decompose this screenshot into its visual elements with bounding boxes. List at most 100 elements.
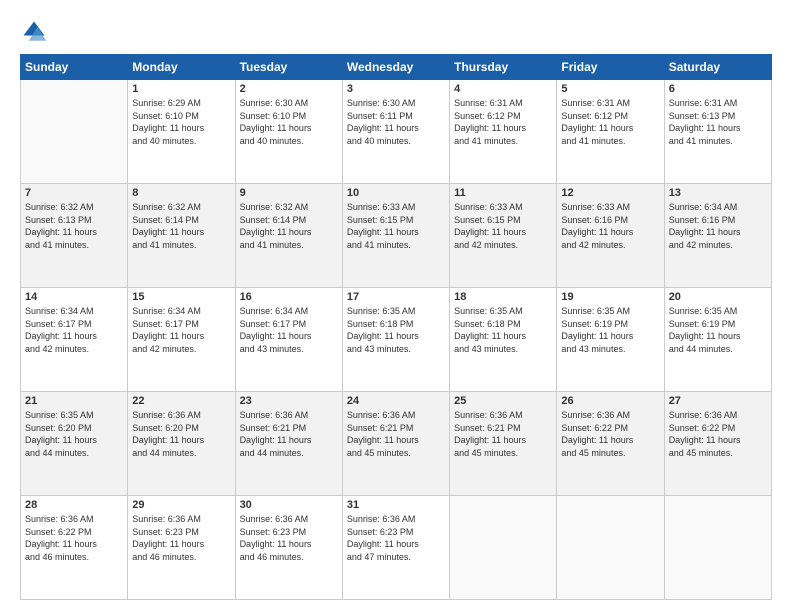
day-number: 21 (25, 395, 123, 407)
day-info: Sunrise: 6:32 AMSunset: 6:13 PMDaylight:… (25, 201, 123, 251)
weekday-header: Saturday (664, 55, 771, 80)
day-number: 15 (132, 291, 230, 303)
weekday-header: Thursday (450, 55, 557, 80)
calendar-cell: 14 Sunrise: 6:34 AMSunset: 6:17 PMDayligh… (21, 288, 128, 392)
day-info: Sunrise: 6:31 AMSunset: 6:12 PMDaylight:… (561, 97, 659, 147)
day-info: Sunrise: 6:34 AMSunset: 6:17 PMDaylight:… (25, 305, 123, 355)
day-info: Sunrise: 6:34 AMSunset: 6:16 PMDaylight:… (669, 201, 767, 251)
calendar-cell: 6 Sunrise: 6:31 AMSunset: 6:13 PMDaylight… (664, 80, 771, 184)
day-number: 2 (240, 83, 338, 95)
day-number: 27 (669, 395, 767, 407)
day-number: 25 (454, 395, 552, 407)
day-info: Sunrise: 6:35 AMSunset: 6:18 PMDaylight:… (454, 305, 552, 355)
day-info: Sunrise: 6:36 AMSunset: 6:22 PMDaylight:… (669, 409, 767, 459)
day-info: Sunrise: 6:35 AMSunset: 6:19 PMDaylight:… (669, 305, 767, 355)
day-info: Sunrise: 6:33 AMSunset: 6:16 PMDaylight:… (561, 201, 659, 251)
calendar-cell: 1 Sunrise: 6:29 AMSunset: 6:10 PMDaylight… (128, 80, 235, 184)
calendar-week-row: 7 Sunrise: 6:32 AMSunset: 6:13 PMDaylight… (21, 184, 772, 288)
calendar-cell (21, 80, 128, 184)
day-number: 5 (561, 83, 659, 95)
day-number: 8 (132, 187, 230, 199)
calendar-cell: 2Sunrise: 6:30 AMSunset: 6:10 PMDaylight… (235, 80, 342, 184)
day-info: Sunrise: 6:32 AMSunset: 6:14 PMDaylight:… (240, 201, 338, 251)
calendar-cell: 5 Sunrise: 6:31 AMSunset: 6:12 PMDaylight… (557, 80, 664, 184)
day-info: Sunrise: 6:36 AMSunset: 6:22 PMDaylight:… (561, 409, 659, 459)
calendar-week-row: 21 Sunrise: 6:35 AMSunset: 6:20 PMDayligh… (21, 392, 772, 496)
calendar-cell: 4 Sunrise: 6:31 AMSunset: 6:12 PMDaylight… (450, 80, 557, 184)
day-info: Sunrise: 6:31 AMSunset: 6:13 PMDaylight:… (669, 97, 767, 147)
weekday-header-row: SundayMondayTuesdayWednesdayThursdayFrid… (21, 55, 772, 80)
day-info: Sunrise: 6:29 AMSunset: 6:10 PMDaylight:… (132, 97, 230, 147)
calendar-cell (664, 496, 771, 600)
day-number: 3 (347, 83, 445, 95)
day-info: Sunrise: 6:36 AMSunset: 6:22 PMDaylight:… (25, 513, 123, 563)
calendar-week-row: 28 Sunrise: 6:36 AMSunset: 6:22 PMDayligh… (21, 496, 772, 600)
day-number: 18 (454, 291, 552, 303)
calendar-cell: 12 Sunrise: 6:33 AMSunset: 6:16 PMDayligh… (557, 184, 664, 288)
day-number: 9 (240, 187, 338, 199)
day-number: 29 (132, 499, 230, 511)
day-number: 20 (669, 291, 767, 303)
day-number: 17 (347, 291, 445, 303)
day-number: 1 (132, 83, 230, 95)
day-info: Sunrise: 6:36 AMSunset: 6:20 PMDaylight:… (132, 409, 230, 459)
calendar-cell: 23 Sunrise: 6:36 AMSunset: 6:21 PMDayligh… (235, 392, 342, 496)
day-info: Sunrise: 6:34 AMSunset: 6:17 PMDaylight:… (132, 305, 230, 355)
calendar-cell: 10 Sunrise: 6:33 AMSunset: 6:15 PMDayligh… (342, 184, 449, 288)
day-number: 7 (25, 187, 123, 199)
weekday-header: Tuesday (235, 55, 342, 80)
day-info: Sunrise: 6:35 AMSunset: 6:20 PMDaylight:… (25, 409, 123, 459)
day-number: 24 (347, 395, 445, 407)
calendar-week-row: 14 Sunrise: 6:34 AMSunset: 6:17 PMDayligh… (21, 288, 772, 392)
day-number: 26 (561, 395, 659, 407)
day-number: 10 (347, 187, 445, 199)
calendar-cell: 31 Sunrise: 6:36 AMSunset: 6:23 PMDayligh… (342, 496, 449, 600)
calendar-cell (557, 496, 664, 600)
calendar-cell: 20 Sunrise: 6:35 AMSunset: 6:19 PMDayligh… (664, 288, 771, 392)
calendar-cell: 9 Sunrise: 6:32 AMSunset: 6:14 PMDaylight… (235, 184, 342, 288)
day-info: Sunrise: 6:32 AMSunset: 6:14 PMDaylight:… (132, 201, 230, 251)
calendar-cell: 13 Sunrise: 6:34 AMSunset: 6:16 PMDayligh… (664, 184, 771, 288)
calendar-cell: 7 Sunrise: 6:32 AMSunset: 6:13 PMDaylight… (21, 184, 128, 288)
calendar-cell: 26 Sunrise: 6:36 AMSunset: 6:22 PMDayligh… (557, 392, 664, 496)
calendar-cell: 15 Sunrise: 6:34 AMSunset: 6:17 PMDayligh… (128, 288, 235, 392)
day-info: Sunrise: 6:36 AMSunset: 6:23 PMDaylight:… (347, 513, 445, 563)
calendar-cell: 24Sunrise: 6:36 AMSunset: 6:21 PMDayligh… (342, 392, 449, 496)
day-info: Sunrise: 6:34 AMSunset: 6:17 PMDaylight:… (240, 305, 338, 355)
calendar-cell: 11 Sunrise: 6:33 AMSunset: 6:15 PMDayligh… (450, 184, 557, 288)
calendar-cell: 3Sunrise: 6:30 AMSunset: 6:11 PMDaylight… (342, 80, 449, 184)
day-info: Sunrise: 6:36 AMSunset: 6:21 PMDaylight:… (240, 409, 338, 459)
day-info: Sunrise: 6:36 AMSunset: 6:21 PMDaylight:… (454, 409, 552, 459)
day-number: 11 (454, 187, 552, 199)
calendar-table: SundayMondayTuesdayWednesdayThursdayFrid… (20, 54, 772, 600)
logo (20, 18, 50, 46)
day-info: Sunrise: 6:33 AMSunset: 6:15 PMDaylight:… (347, 201, 445, 251)
weekday-header: Monday (128, 55, 235, 80)
weekday-header: Wednesday (342, 55, 449, 80)
day-info: Sunrise: 6:31 AMSunset: 6:12 PMDaylight:… (454, 97, 552, 147)
calendar-cell: 27 Sunrise: 6:36 AMSunset: 6:22 PMDayligh… (664, 392, 771, 496)
day-number: 12 (561, 187, 659, 199)
calendar-cell: 21 Sunrise: 6:35 AMSunset: 6:20 PMDayligh… (21, 392, 128, 496)
day-number: 30 (240, 499, 338, 511)
calendar-cell: 17Sunrise: 6:35 AMSunset: 6:18 PMDayligh… (342, 288, 449, 392)
day-number: 13 (669, 187, 767, 199)
day-number: 19 (561, 291, 659, 303)
page: SundayMondayTuesdayWednesdayThursdayFrid… (0, 0, 792, 612)
weekday-header: Friday (557, 55, 664, 80)
day-number: 23 (240, 395, 338, 407)
calendar-cell: 8 Sunrise: 6:32 AMSunset: 6:14 PMDaylight… (128, 184, 235, 288)
day-number: 14 (25, 291, 123, 303)
calendar-cell: 30Sunrise: 6:36 AMSunset: 6:23 PMDayligh… (235, 496, 342, 600)
day-number: 28 (25, 499, 123, 511)
day-number: 6 (669, 83, 767, 95)
day-number: 31 (347, 499, 445, 511)
weekday-header: Sunday (21, 55, 128, 80)
day-info: Sunrise: 6:33 AMSunset: 6:15 PMDaylight:… (454, 201, 552, 251)
calendar-cell: 29Sunrise: 6:36 AMSunset: 6:23 PMDayligh… (128, 496, 235, 600)
day-number: 4 (454, 83, 552, 95)
calendar-cell: 25 Sunrise: 6:36 AMSunset: 6:21 PMDayligh… (450, 392, 557, 496)
day-number: 16 (240, 291, 338, 303)
calendar-cell (450, 496, 557, 600)
calendar-cell: 19Sunrise: 6:35 AMSunset: 6:19 PMDayligh… (557, 288, 664, 392)
